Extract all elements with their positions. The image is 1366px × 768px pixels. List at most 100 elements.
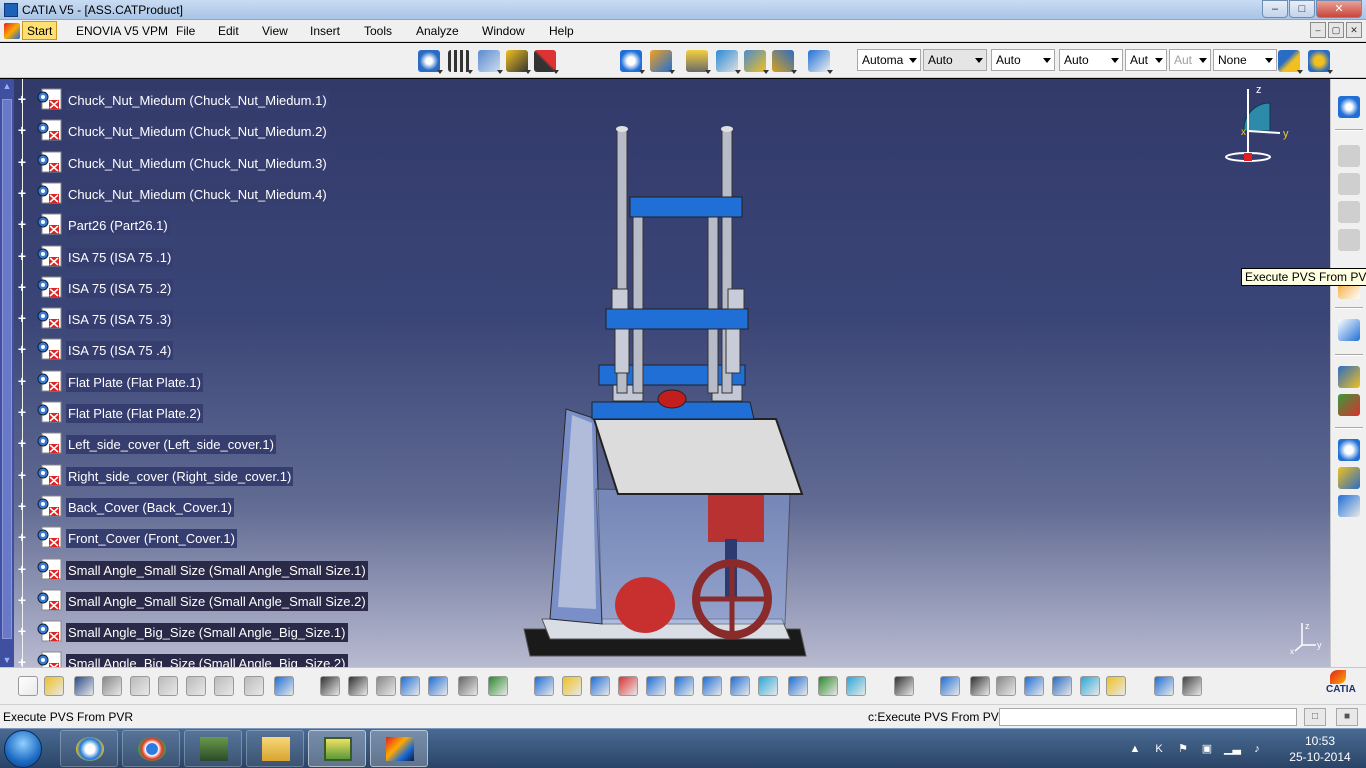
part-node-icon[interactable]	[36, 338, 62, 362]
part-node-icon[interactable]	[36, 276, 62, 300]
open-icon[interactable]	[44, 676, 64, 696]
tree-node-label[interactable]: Small Angle_Big_Size (Small Angle_Big_Si…	[66, 623, 348, 643]
part-node-icon[interactable]	[36, 401, 62, 425]
formula-icon[interactable]	[320, 676, 340, 696]
new-product-icon[interactable]	[1338, 173, 1360, 195]
close-button[interactable]: ✕	[1316, 0, 1362, 18]
doc-restore-icon[interactable]: ▢	[1328, 22, 1344, 38]
part-node-icon[interactable]	[36, 245, 62, 269]
part-node-icon[interactable]	[36, 182, 62, 206]
tree-node-label[interactable]: Small Angle_Big_Size (Small Angle_Big_Si…	[66, 654, 348, 667]
menu-file[interactable]: File	[176, 24, 195, 38]
tree-node-label[interactable]: Right_side_cover (Right_side_cover.1)	[66, 466, 294, 486]
tree-icon[interactable]	[428, 676, 448, 696]
expand-plus-icon[interactable]: +	[16, 342, 28, 356]
paste-icon[interactable]	[186, 676, 206, 696]
undo-icon[interactable]	[214, 676, 234, 696]
bill-of-material-icon[interactable]	[1338, 467, 1360, 489]
distance-icon[interactable]	[1154, 676, 1174, 696]
machine-3d-model[interactable]	[500, 119, 830, 664]
expand-plus-icon[interactable]: +	[16, 155, 28, 169]
whats-this-icon[interactable]	[274, 676, 294, 696]
tree-node-label[interactable]: ISA 75 (ISA 75 .3)	[66, 310, 174, 330]
part-node-icon[interactable]	[36, 651, 62, 667]
part-node-icon[interactable]	[36, 464, 62, 488]
redo-icon[interactable]	[244, 676, 264, 696]
reuse-pattern-icon[interactable]	[1338, 439, 1360, 461]
tools-icon[interactable]	[534, 50, 559, 74]
part-node-icon[interactable]	[36, 88, 62, 112]
scene-icon[interactable]	[1338, 495, 1360, 517]
command-input[interactable]	[999, 708, 1297, 726]
capture-icon[interactable]	[894, 676, 914, 696]
tree-node-label[interactable]: Front_Cover (Front_Cover.1)	[66, 529, 237, 549]
tray-flag-icon[interactable]: ⚑	[1176, 742, 1190, 756]
iso-view-icon[interactable]	[730, 676, 750, 696]
taskbar-app-viewer[interactable]	[308, 730, 366, 767]
manipulate-icon[interactable]	[1338, 319, 1360, 341]
zoom-out-icon[interactable]	[674, 676, 694, 696]
tree-node-label[interactable]: ISA 75 (ISA 75 .1)	[66, 247, 174, 267]
contact-icon[interactable]	[1338, 394, 1360, 416]
save-icon[interactable]	[74, 676, 94, 696]
tree-node-label[interactable]: Chuck_Nut_Miedum (Chuck_Nut_Miedum.2)	[66, 122, 329, 142]
compass-icon[interactable]: z y x	[1222, 81, 1296, 167]
expand-plus-icon[interactable]: +	[16, 280, 28, 294]
expand-plus-icon[interactable]: +	[16, 249, 28, 263]
scroll-up-icon[interactable]: ▲	[2, 81, 12, 91]
expand-plus-icon[interactable]: +	[16, 436, 28, 450]
tree-node-label[interactable]: Small Angle_Small Size (Small Angle_Smal…	[66, 560, 368, 580]
annotation-icon[interactable]	[1106, 676, 1126, 696]
line-type-select[interactable]: Auto	[1059, 49, 1123, 71]
part-node-icon[interactable]	[36, 213, 62, 237]
part-node-icon[interactable]	[36, 620, 62, 644]
painter-icon[interactable]	[1278, 50, 1303, 74]
tree-node-label[interactable]: ISA 75 (ISA 75 .4)	[66, 341, 174, 361]
part-node-icon[interactable]	[36, 589, 62, 613]
catia-start-icon[interactable]	[4, 23, 20, 39]
copy-icon[interactable]	[158, 676, 178, 696]
tray-k7-icon[interactable]: K	[1152, 742, 1166, 756]
tray-network-icon[interactable]: ▁▃	[1224, 742, 1241, 756]
doc-minimize-icon[interactable]: –	[1310, 22, 1326, 38]
stop-command-icon[interactable]: ■	[1336, 708, 1358, 726]
sketcher-icon[interactable]	[1338, 96, 1360, 118]
previous-view-icon[interactable]	[970, 676, 990, 696]
tree-node-label[interactable]: Back_Cover (Back_Cover.1)	[66, 497, 235, 517]
product-structure-icon[interactable]	[418, 50, 443, 74]
select-icon[interactable]	[808, 50, 833, 74]
comment-icon[interactable]	[348, 676, 368, 696]
print-icon[interactable]	[102, 676, 122, 696]
tree-node-label[interactable]: Flat Plate (Flat Plate.1)	[66, 372, 203, 392]
tree-node-label[interactable]: Flat Plate (Flat Plate.2)	[66, 404, 203, 423]
constraint-icon[interactable]	[744, 50, 769, 74]
new-component-icon[interactable]	[1338, 145, 1360, 167]
part-node-icon[interactable]	[36, 526, 62, 550]
taskbar-app-monitor[interactable]	[184, 730, 242, 767]
expand-plus-icon[interactable]: +	[16, 311, 28, 325]
transparency-select[interactable]: Auto	[923, 49, 987, 71]
tray-volume-icon[interactable]: ♪	[1250, 742, 1264, 756]
target-icon[interactable]	[940, 676, 960, 696]
tree-scrollbar[interactable]: ▲ ▼	[0, 79, 14, 667]
part-design-icon[interactable]	[478, 50, 503, 74]
next-view-icon[interactable]	[996, 676, 1016, 696]
hide-show-icon[interactable]	[788, 676, 808, 696]
publication-icon[interactable]	[506, 50, 531, 74]
menu-window[interactable]: Window	[482, 24, 525, 38]
tree-node-label[interactable]: Chuck_Nut_Miedum (Chuck_Nut_Miedum.4)	[66, 184, 329, 204]
expand-plus-icon[interactable]: +	[16, 655, 28, 667]
line-thickness-select[interactable]: Auto	[991, 49, 1055, 71]
minimize-button[interactable]: –	[1262, 0, 1288, 18]
taskbar-catia[interactable]	[370, 730, 428, 767]
taskbar-internet-explorer[interactable]	[60, 730, 118, 767]
swap-visible-icon[interactable]	[818, 676, 838, 696]
clash-icon[interactable]	[772, 50, 797, 74]
menu-view[interactable]: View	[262, 24, 288, 38]
tree-node-label[interactable]: Small Angle_Small Size (Small Angle_Smal…	[66, 591, 368, 611]
analysis-icon[interactable]	[1080, 676, 1100, 696]
part-node-icon[interactable]	[36, 119, 62, 143]
part-node-icon[interactable]	[36, 151, 62, 175]
rendering-style-select[interactable]: Aut	[1169, 49, 1211, 71]
new-document-icon[interactable]	[18, 676, 38, 696]
